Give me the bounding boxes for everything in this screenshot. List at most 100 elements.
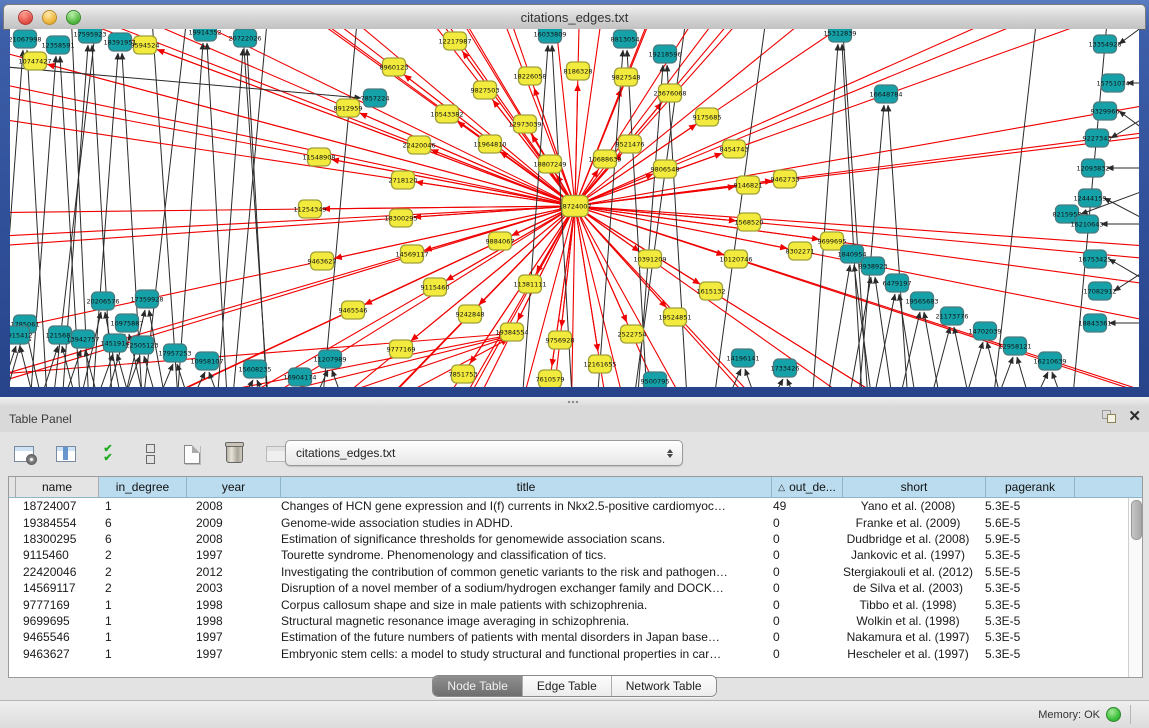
table-mode-button[interactable] — [10, 441, 38, 467]
merge-button[interactable] — [136, 441, 164, 467]
graph-node[interactable]: 14196141 — [726, 349, 759, 367]
close-panel-icon[interactable]: ✕ — [1128, 410, 1141, 423]
graph-node[interactable]: 21173776 — [935, 307, 968, 325]
graph-node[interactable]: 9175685 — [693, 108, 722, 126]
graph-node[interactable]: 15312839 — [823, 29, 856, 42]
graph-node[interactable]: 9827548 — [612, 68, 641, 86]
float-panel-icon[interactable] — [1102, 410, 1116, 423]
graph-node[interactable]: 13942757 — [66, 330, 99, 348]
graph-node[interactable]: 19218596 — [648, 45, 681, 63]
column-header-out-de-[interactable]: △out_de... — [772, 477, 843, 497]
close-window-button[interactable] — [18, 10, 33, 25]
table-selector-dropdown[interactable]: citations_edges.txt — [285, 440, 683, 466]
graph-node[interactable]: 17359928 — [130, 290, 163, 308]
graph-node[interactable]: 11207989 — [313, 350, 346, 368]
table-row[interactable]: 1872400712008Changes of HCN gene express… — [9, 498, 1142, 514]
column-header-pagerank[interactable]: pagerank — [986, 477, 1075, 497]
graph-node[interactable]: 18807249 — [533, 155, 566, 173]
graph-node[interactable]: 12505123 — [125, 336, 158, 354]
table-row[interactable]: 2242004622012Investigating the contribut… — [9, 564, 1142, 580]
graph-node[interactable]: 9756928 — [546, 331, 575, 349]
graph-node[interactable]: 18300295 — [384, 209, 417, 227]
graph-node[interactable]: 22420046 — [402, 136, 435, 154]
table-row[interactable]: 969969511998Structural magnetic resonanc… — [9, 613, 1142, 629]
delete-column-button[interactable] — [220, 441, 248, 467]
graph-node[interactable]: 9227343 — [1083, 129, 1112, 147]
table-row[interactable]: 1830029562008Estimation of significance … — [9, 531, 1142, 547]
column-header-title[interactable]: title — [281, 477, 772, 497]
graph-node[interactable]: 3915412 — [10, 326, 32, 344]
graph-node[interactable]: 8521476 — [616, 135, 645, 153]
graph-node[interactable]: 9806548 — [651, 160, 680, 178]
graph-node[interactable]: 15751074 — [1096, 74, 1129, 92]
graph-node[interactable]: 16648784 — [869, 85, 902, 103]
network-canvas[interactable]: 9756928193845549242848911546014569117183… — [10, 29, 1139, 387]
table-row[interactable]: 911546021997Tourette syndrome. Phenomeno… — [9, 547, 1142, 563]
column-header-short[interactable]: short — [843, 477, 986, 497]
graph-node[interactable]: 17957253 — [158, 344, 191, 362]
column-header-name[interactable]: name — [16, 477, 99, 497]
graph-node[interactable]: 8960123 — [380, 58, 409, 76]
graph-node[interactable]: 15608235 — [238, 360, 271, 378]
graph-node[interactable]: 18724007 — [558, 196, 591, 217]
graph-node[interactable]: 9242848 — [456, 305, 485, 323]
graph-node[interactable]: 9884067 — [486, 232, 515, 250]
graph-node[interactable]: 9463627 — [308, 252, 337, 270]
graph-node[interactable]: 9115460 — [421, 278, 450, 296]
graph-node[interactable]: 10120746 — [719, 250, 752, 268]
graph-node[interactable]: 8186328 — [564, 62, 593, 80]
split-pane-divider[interactable] — [0, 397, 1149, 406]
graph-node[interactable]: 1568520 — [735, 213, 764, 231]
graph-node[interactable]: 13354928 — [1088, 35, 1121, 53]
graph-node[interactable]: 6479197 — [883, 274, 912, 292]
vertical-scrollbar[interactable] — [1128, 498, 1142, 677]
graph-node[interactable]: 10543382 — [430, 105, 463, 123]
graph-node[interactable]: 16904174 — [283, 368, 316, 386]
column-visibility-button[interactable] — [52, 441, 80, 467]
graph-node[interactable]: 12358591 — [41, 36, 74, 54]
graph-node[interactable]: 9146821 — [734, 176, 763, 194]
graph-node[interactable]: 12217987 — [438, 32, 471, 50]
graph-node[interactable]: 1733426 — [771, 359, 800, 377]
column-header-year[interactable]: year — [187, 477, 281, 497]
graph-node[interactable]: 17082912 — [1083, 282, 1116, 300]
table-row[interactable]: 946362711997Embryonic stem cells: a mode… — [9, 646, 1142, 662]
graph-node[interactable]: 16210643 — [1070, 215, 1103, 233]
graph-node[interactable]: 11254349 — [293, 200, 326, 218]
graph-node[interactable]: 12958121 — [998, 337, 1031, 355]
graph-node[interactable]: 10688639 — [588, 150, 621, 168]
graph-node[interactable]: 7610579 — [536, 370, 565, 387]
window-titlebar[interactable]: citations_edges.txt — [3, 4, 1146, 30]
graph-node[interactable]: 17595923 — [73, 29, 106, 43]
column-header-in-degree[interactable]: in_degree — [99, 477, 187, 497]
graph-node[interactable]: 23676068 — [653, 84, 686, 102]
graph-node[interactable]: 9500795 — [641, 372, 670, 387]
memory-ok-indicator-icon[interactable] — [1106, 707, 1121, 722]
graph-node[interactable]: 9777169 — [387, 340, 416, 358]
graph-node[interactable]: 10747427 — [18, 52, 51, 70]
graph-node[interactable]: 10391209 — [633, 250, 666, 268]
graph-node[interactable]: 16753425 — [1078, 250, 1111, 268]
graph-node[interactable]: 19524851 — [658, 308, 691, 326]
tab-edge-table[interactable]: Edge Table — [523, 676, 612, 696]
graph-node[interactable]: 8912959 — [334, 99, 363, 117]
graph-node[interactable]: 16210639 — [1033, 352, 1066, 370]
graph-node[interactable]: 9462733 — [771, 170, 800, 188]
graph-node[interactable]: 11964810 — [473, 135, 506, 153]
graph-node[interactable]: 10958107 — [190, 352, 223, 370]
minimize-window-button[interactable] — [42, 10, 57, 25]
graph-node[interactable]: 12444159 — [1073, 189, 1106, 207]
graph-node[interactable]: 1615132 — [697, 282, 726, 300]
graph-node[interactable]: 8938923 — [859, 257, 888, 275]
graph-node[interactable]: 16033809 — [533, 29, 566, 43]
tab-node-table[interactable]: Node Table — [433, 676, 523, 696]
graph-node[interactable]: 20722026 — [228, 29, 261, 47]
graph-node[interactable]: 19384554 — [495, 323, 528, 341]
graph-node[interactable]: 18391951 — [103, 33, 136, 51]
table-row[interactable]: 1938455462009Genome-wide association stu… — [9, 514, 1142, 530]
graph-node[interactable]: 11548908 — [302, 148, 335, 166]
graph-node[interactable]: 11381111 — [513, 275, 546, 293]
graph-node[interactable]: 12973039 — [508, 115, 541, 133]
graph-node[interactable]: 20206576 — [86, 292, 119, 310]
table-row[interactable]: 1456911722003Disruption of a novel membe… — [9, 580, 1142, 596]
